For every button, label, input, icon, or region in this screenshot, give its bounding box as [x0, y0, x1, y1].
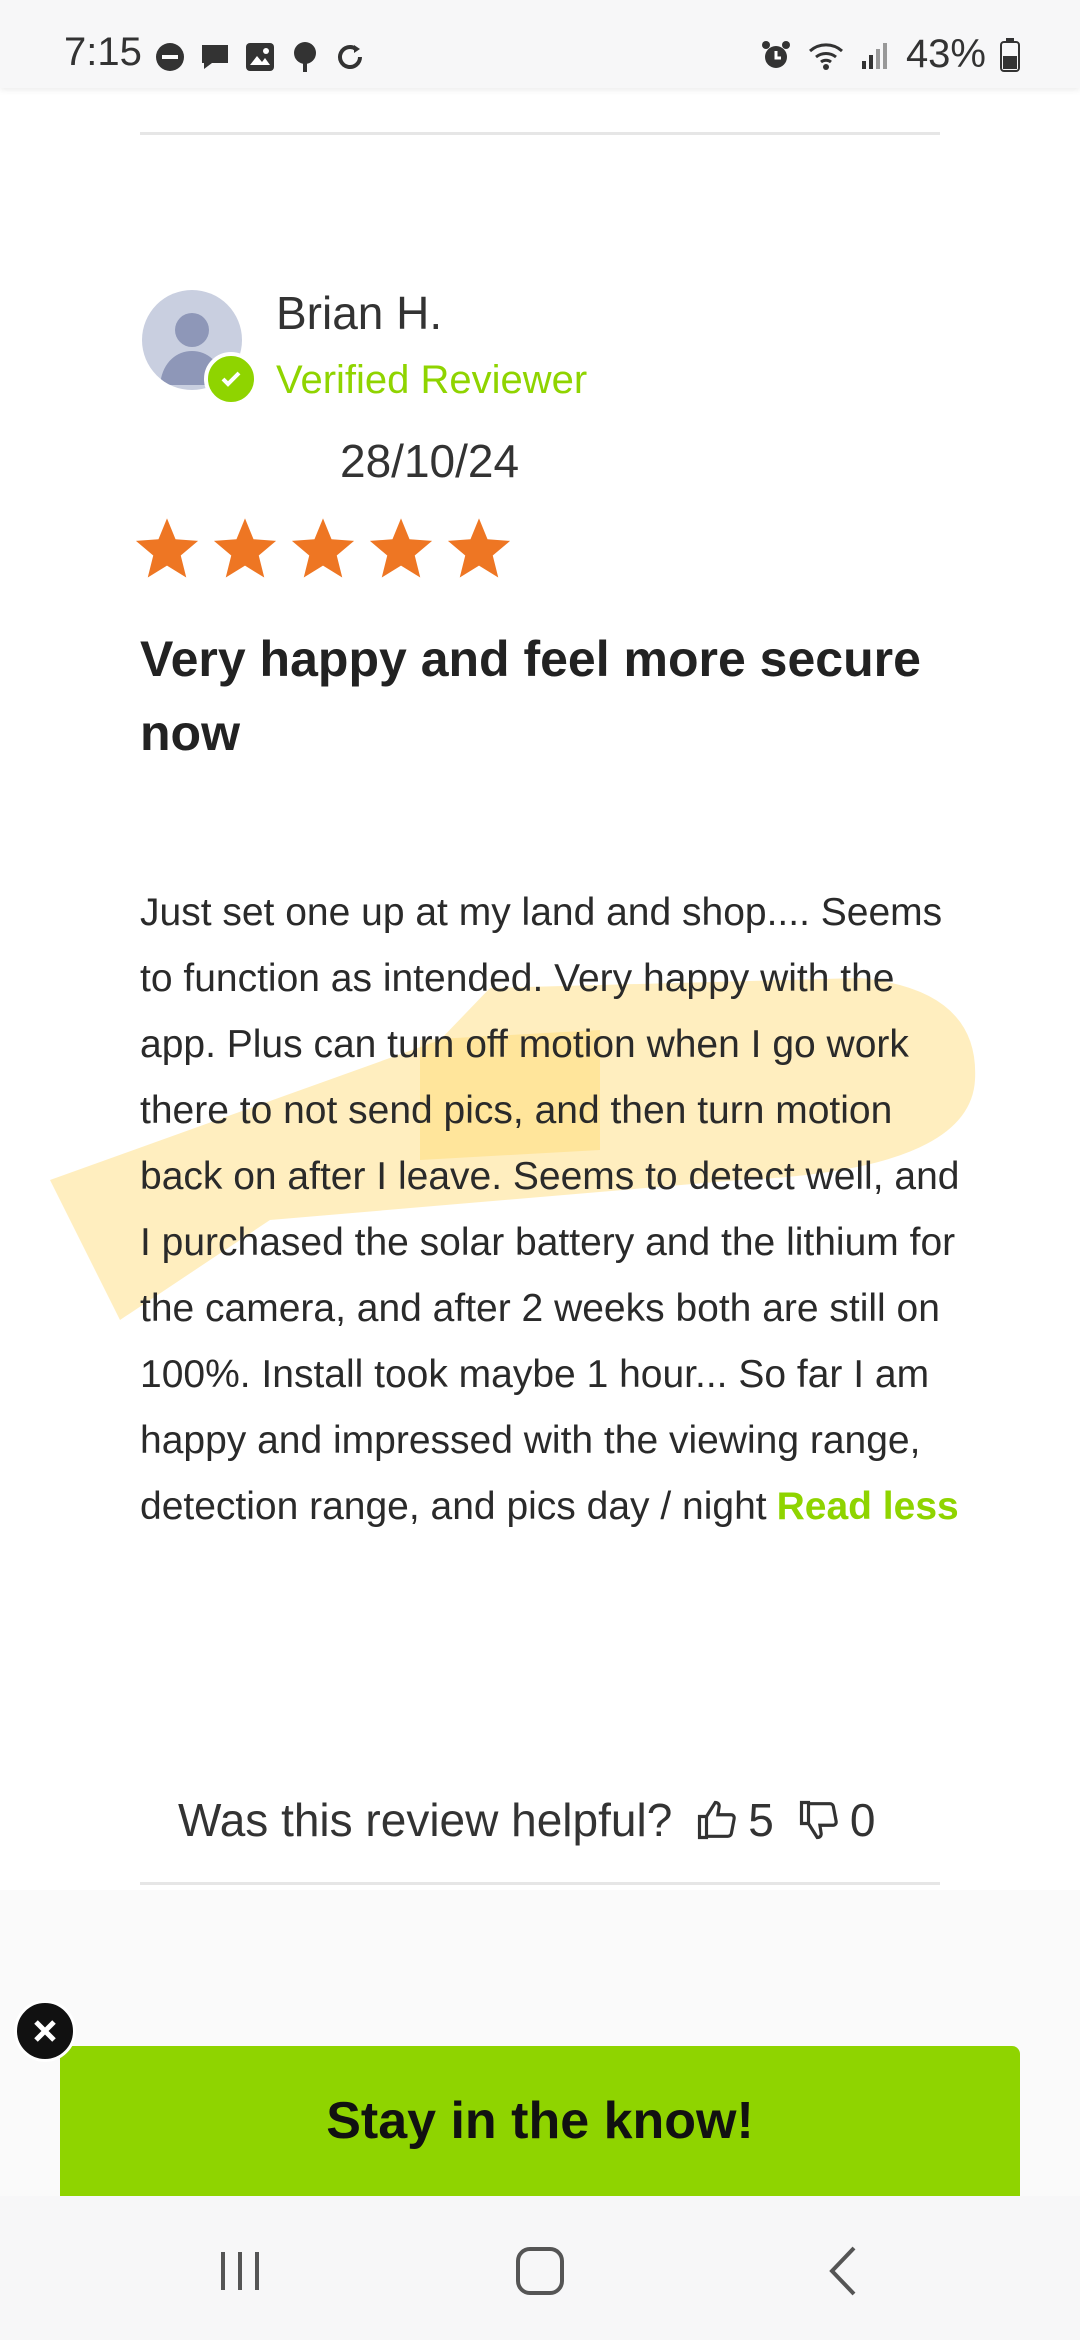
close-promo-button[interactable] [14, 2000, 76, 2062]
app-tree-icon [294, 42, 316, 72]
wifi-icon [808, 42, 843, 70]
sync-icon [338, 45, 362, 69]
recent-apps-icon [221, 2252, 259, 2290]
back-button[interactable] [804, 2236, 884, 2306]
helpful-row: Was this review helpful? 5 0 [178, 1790, 940, 1850]
star-icon [135, 518, 199, 578]
home-icon [516, 2247, 564, 2295]
star-rating [134, 518, 512, 582]
star-icon [369, 518, 433, 578]
battery-percentage: 43% [905, 32, 986, 76]
star-icon [447, 518, 511, 578]
downvote-count: 0 [849, 1794, 876, 1846]
promo-text: Stay in the know! [326, 2092, 754, 2150]
battery-icon [1000, 37, 1020, 72]
star-icon [213, 518, 277, 578]
review-body-text: Just set one up at my land and shop.... … [140, 891, 960, 1528]
section-divider [140, 132, 940, 135]
navigation-bar [0, 2196, 1080, 2340]
alarm-icon [761, 40, 790, 68]
star-icon [291, 518, 355, 578]
review-title: Very happy and feel more secure now [140, 631, 921, 761]
review-body: Just set one up at my land and shop.... … [140, 880, 960, 1540]
back-icon [829, 2246, 856, 2296]
check-icon [221, 371, 241, 387]
recent-apps-button[interactable] [200, 2236, 280, 2306]
signal-icon [861, 42, 887, 69]
upvote-button[interactable]: 5 [696, 1793, 774, 1847]
review-date: 28/10/24 [340, 435, 520, 487]
home-button[interactable] [500, 2236, 580, 2306]
thumbs-down-icon [799, 1800, 838, 1840]
system-icons: 43% [760, 32, 1020, 77]
gallery-icon [246, 43, 274, 71]
read-less-link[interactable]: Read less [777, 1485, 959, 1528]
upvote-count: 5 [748, 1794, 774, 1846]
close-icon [34, 2020, 56, 2042]
downvote-button[interactable]: 0 [798, 1793, 876, 1847]
do-not-disturb-icon [156, 43, 184, 71]
thumbs-up-icon [698, 1800, 737, 1840]
section-divider [140, 1882, 940, 1885]
notification-icons [154, 40, 366, 74]
verified-badge [204, 352, 258, 406]
verified-reviewer-label: Verified Reviewer [276, 358, 588, 402]
promo-banner[interactable]: Stay in the know! [60, 2046, 1020, 2196]
status-bar: 7:15 43% [0, 0, 1080, 88]
reviewer-name: Brian H. [276, 287, 443, 339]
status-time: 7:15 [64, 30, 142, 74]
chat-icon [202, 45, 228, 69]
helpful-question: Was this review helpful? [178, 1794, 673, 1846]
